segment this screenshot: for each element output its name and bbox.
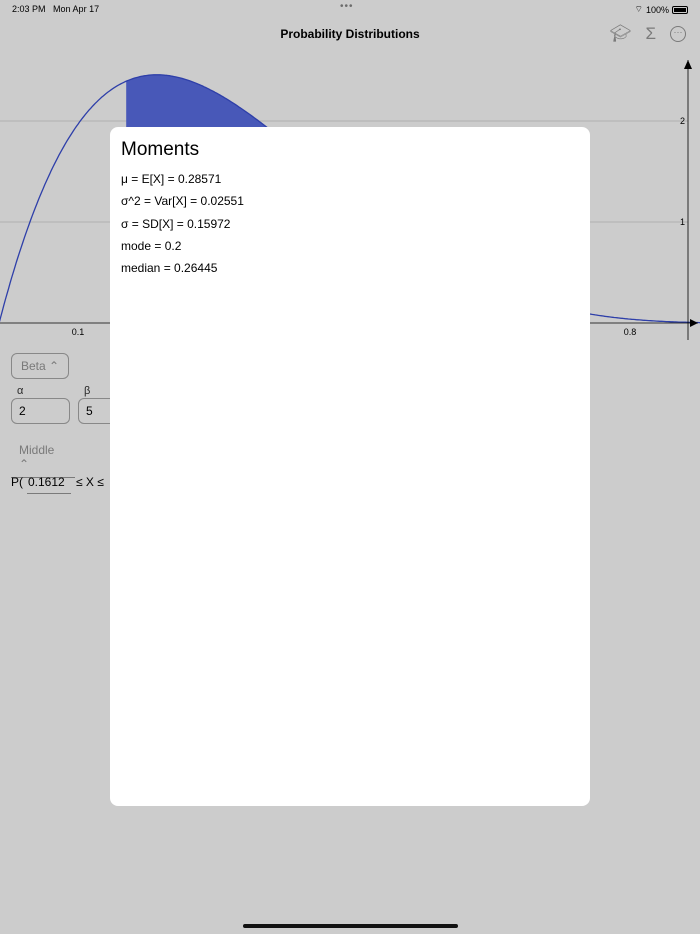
moment-mode: mode = 0.2 <box>121 238 182 253</box>
moments-popover: Moments μ = E[X] = 0.28571 σ^2 = Var[X] … <box>110 127 590 806</box>
home-indicator[interactable] <box>243 924 458 928</box>
moment-sd: σ = SD[X] = 0.15972 <box>121 216 231 231</box>
moment-mean: μ = E[X] = 0.28571 <box>121 172 222 186</box>
moment-median: median = 0.26445 <box>121 261 218 276</box>
moment-variance: σ^2 = Var[X] = 0.02551 <box>121 194 244 209</box>
moments-title: Moments <box>121 139 200 160</box>
